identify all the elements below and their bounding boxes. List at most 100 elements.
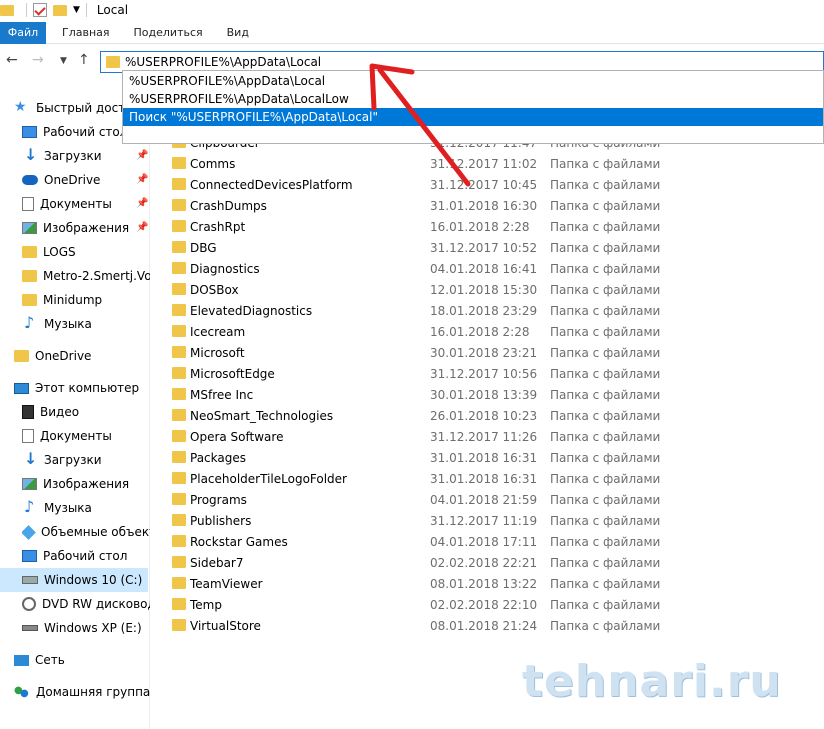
sidebar-item-metro[interactable]: Metro-2.Smertj.Vozr: [22, 264, 150, 288]
file-type: Папка с файлами: [550, 387, 661, 402]
file-row[interactable]: DOSBox 12.01.2018 15:30 Папка с файлами: [160, 279, 824, 300]
properties-icon[interactable]: [33, 3, 47, 17]
pin-icon[interactable]: 📌: [136, 222, 148, 233]
pin-icon[interactable]: 📌: [136, 174, 148, 185]
file-row[interactable]: Diagnostics 04.01.2018 16:41 Папка с файла…: [160, 258, 824, 279]
file-date: 26.01.2018 10:23: [430, 408, 538, 423]
file-row[interactable]: VirtualStore 08.01.2018 21:24 Папка с файл…: [160, 615, 824, 636]
file-row[interactable]: MicrosoftEdge 31.12.2017 10:56 Папка с фай…: [160, 363, 824, 384]
file-type: Папка с файлами: [550, 303, 661, 318]
folder-icon: [172, 304, 186, 316]
file-row[interactable]: ConnectedDevicesPlatform 31.12.2017 10:45…: [160, 174, 824, 195]
file-name: Rockstar Games: [190, 534, 288, 549]
sidebar-item-logs[interactable]: LOGS: [22, 240, 150, 264]
file-row[interactable]: MSfree Inc 30.01.2018 13:39 Папка с файлам…: [160, 384, 824, 405]
file-name: MicrosoftEdge: [190, 366, 275, 381]
download-icon: [22, 145, 38, 164]
sidebar-item-drive-c[interactable]: Windows 10 (C:): [0, 568, 148, 592]
file-row[interactable]: DBG 31.12.2017 10:52 Папка с файлами: [160, 237, 824, 258]
file-row[interactable]: PlaceholderTileLogoFolder 31.01.2018 16:3…: [160, 468, 824, 489]
sidebar-item-pc-desktop[interactable]: Рабочий стол: [22, 544, 150, 568]
back-arrow-icon[interactable]: ←: [6, 52, 18, 68]
sidebar-item-pc-pictures[interactable]: Изображения: [22, 472, 150, 496]
sidebar-item-documents[interactable]: Документы: [22, 192, 150, 216]
file-date: 04.01.2018 17:11: [430, 534, 538, 549]
file-row[interactable]: ElevatedDiagnostics 18.01.2018 23:29 Папка…: [160, 300, 824, 321]
sidebar-item-video[interactable]: Видео: [22, 400, 150, 424]
file-name: ElevatedDiagnostics: [190, 303, 313, 318]
file-row[interactable]: CrashRpt 16.01.2018 2:28 Папка с файлами: [160, 216, 824, 237]
sidebar-item-pc-downloads[interactable]: Загрузки: [22, 448, 150, 472]
pin-icon[interactable]: 📌: [136, 150, 148, 161]
file-row[interactable]: Opera Software 31.12.2017 11:26 Папка с фа…: [160, 426, 824, 447]
file-name: Programs: [190, 492, 247, 507]
address-input[interactable]: [125, 54, 805, 70]
watermark: tehnari.ru: [522, 656, 782, 707]
suggestion-item[interactable]: %USERPROFILE%\AppData\LocalLow: [123, 90, 823, 108]
file-row[interactable]: Rockstar Games 04.01.2018 17:11 Папка с фа…: [160, 531, 824, 552]
file-type: Папка с файлами: [550, 282, 661, 297]
file-row[interactable]: Comms 31.12.2017 11:02 Папка с файлами: [160, 153, 824, 174]
file-row[interactable]: TeamViewer 08.01.2018 13:22 Папка с файлам…: [160, 573, 824, 594]
file-row[interactable]: Sidebar7 02.02.2018 22:21 Папка с файлами: [160, 552, 824, 573]
folder-icon: [172, 598, 186, 610]
file-row[interactable]: Publishers 31.12.2017 11:19 Папка с файлам…: [160, 510, 824, 531]
file-row[interactable]: Temp 02.02.2018 22:10 Папка с файлами: [160, 594, 824, 615]
folder-icon: [172, 346, 186, 358]
file-date: 02.02.2018 22:21: [430, 555, 538, 570]
sidebar-item-pc-music[interactable]: Музыка: [22, 496, 150, 520]
sidebar-item-network[interactable]: Сеть: [14, 648, 150, 672]
file-type: Папка с файлами: [550, 240, 661, 255]
sidebar-item-minidump[interactable]: Minidump: [22, 288, 150, 312]
file-type: Папка с файлами: [550, 177, 661, 192]
sidebar-item-music[interactable]: Музыка: [22, 312, 150, 336]
file-name: ConnectedDevicesPlatform: [190, 177, 353, 192]
file-name: Packages: [190, 450, 246, 465]
file-row[interactable]: NeoSmart_Technologies 26.01.2018 10:23 Пап…: [160, 405, 824, 426]
quick-access-toolbar-dropdown-icon[interactable]: ▼: [73, 5, 80, 15]
file-name: Sidebar7: [190, 555, 244, 570]
recent-locations-chevron-icon[interactable]: ▼: [60, 56, 67, 66]
up-arrow-icon[interactable]: ↑: [78, 52, 90, 68]
folder-icon: [172, 178, 186, 190]
file-type: Папка с файлами: [550, 597, 661, 612]
sidebar-item-downloads[interactable]: Загрузки: [22, 144, 150, 168]
sidebar-item-onedrive-root[interactable]: OneDrive: [14, 344, 150, 368]
sidebar-item-3d-objects[interactable]: Объемные объекты: [22, 520, 150, 544]
tab-view[interactable]: Вид: [215, 22, 261, 44]
file-name: Temp: [190, 597, 222, 612]
download-icon: [22, 449, 38, 468]
file-name: NeoSmart_Technologies: [190, 408, 334, 423]
sidebar-item-this-pc[interactable]: Этот компьютер: [14, 376, 150, 400]
search-suggestion-item[interactable]: Поиск "%USERPROFILE%\AppData\Local": [123, 108, 823, 126]
forward-arrow-icon[interactable]: →: [32, 52, 44, 68]
sidebar-item-homegroup[interactable]: Домашняя группа: [14, 680, 150, 704]
sidebar-item-pc-documents[interactable]: Документы: [22, 424, 150, 448]
dvd-icon: [22, 597, 36, 611]
file-row[interactable]: Icecream 16.01.2018 2:28 Папка с файлами: [160, 321, 824, 342]
tab-home[interactable]: Главная: [46, 22, 122, 44]
folder-icon: [14, 350, 29, 362]
suggestion-item[interactable]: %USERPROFILE%\AppData\Local: [123, 72, 823, 90]
file-type: Папка с файлами: [550, 219, 661, 234]
file-type: Папка с файлами: [550, 324, 661, 339]
file-row[interactable]: Microsoft 30.01.2018 23:21 Папка с файлами: [160, 342, 824, 363]
new-folder-icon[interactable]: [53, 4, 67, 16]
sidebar-item-drive-e[interactable]: Windows XP (E:): [22, 616, 150, 640]
file-row[interactable]: CrashDumps 31.01.2018 16:30 Папка с файлам…: [160, 195, 824, 216]
pin-icon[interactable]: 📌: [136, 198, 148, 209]
file-type: Папка с файлами: [550, 471, 661, 486]
file-row[interactable]: Programs 04.01.2018 21:59 Папка с файлами: [160, 489, 824, 510]
tab-share[interactable]: Поделиться: [122, 22, 215, 44]
sidebar-item-dvd-drive[interactable]: DVD RW дисковод (: [22, 592, 150, 616]
documents-icon: [22, 197, 34, 211]
folder-icon: [172, 619, 186, 631]
tab-file[interactable]: Файл: [0, 22, 46, 44]
sidebar-item-onedrive[interactable]: OneDrive: [22, 168, 150, 192]
file-name: VirtualStore: [190, 618, 261, 633]
file-date: 04.01.2018 21:59: [430, 492, 538, 507]
file-type: Папка с файлами: [550, 618, 661, 633]
file-row[interactable]: Packages 31.01.2018 16:31 Папка с файлами: [160, 447, 824, 468]
desktop-icon: [22, 550, 37, 562]
sidebar-item-pictures[interactable]: Изображения: [22, 216, 150, 240]
